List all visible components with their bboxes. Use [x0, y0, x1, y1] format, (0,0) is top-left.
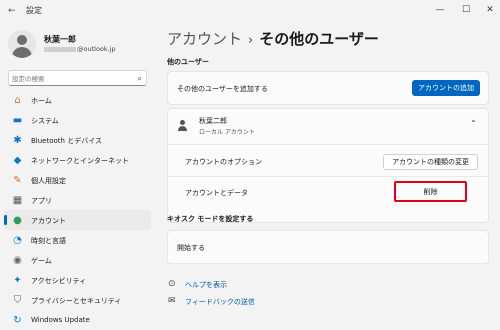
- minimize-button[interactable]: —: [430, 2, 450, 18]
- sidebar-item-11[interactable]: ↻ Windows Update: [4, 310, 151, 330]
- sidebar-item-8[interactable]: ◉ ゲーム: [4, 250, 151, 270]
- search-icon[interactable]: ⌕: [138, 73, 142, 84]
- kiosk-card[interactable]: 開始する: [167, 230, 489, 264]
- sidebar-item-1[interactable]: ▬ システム: [4, 110, 151, 130]
- back-arrow-icon[interactable]: ←: [8, 6, 18, 16]
- sidebar-item-9[interactable]: ✦ アクセシビリティ: [4, 270, 151, 290]
- user-card: 秋葉二郎 ローカル アカウント ⌃ アカウントのオプション アカウントの種類の変…: [167, 108, 489, 223]
- sidebar: 秋葉一郎 @outlook.jp ⌕ ⌂ ホーム ▬ システム ✱ Bluetooth と…: [0, 22, 155, 330]
- sidebar-item-label: ネットワークとインターネット: [31, 157, 129, 165]
- sidebar-item-label: プライバシーとセキュリティ: [31, 297, 122, 305]
- sidebar-item-label: Windows Update: [31, 316, 90, 324]
- accessibility-icon: ✦: [13, 275, 22, 286]
- sidebar-item-4[interactable]: ✎ 個人用設定: [4, 170, 151, 190]
- active-indicator: [4, 215, 7, 225]
- search-box[interactable]: ⌕: [8, 70, 147, 86]
- avatar: [8, 30, 36, 58]
- profile-name: 秋葉一郎: [44, 35, 76, 44]
- sidebar-item-label: アカウント: [31, 217, 66, 225]
- account-options-label: アカウントのオプション: [185, 158, 262, 166]
- sidebar-item-label: 個人用設定: [31, 177, 66, 185]
- time-language-icon: ◔: [13, 235, 22, 246]
- breadcrumb-separator: ›: [248, 33, 254, 48]
- change-account-type-button[interactable]: アカウントの種類の変更: [383, 154, 478, 170]
- windows-update-icon: ↻: [13, 315, 22, 326]
- add-account-button[interactable]: アカウントの追加: [412, 80, 480, 96]
- maximize-button[interactable]: ☐: [456, 2, 476, 18]
- sidebar-item-label: システム: [31, 117, 59, 125]
- sidebar-item-6[interactable]: ● アカウント: [4, 210, 151, 230]
- user-account-type: ローカル アカウント: [199, 129, 255, 136]
- sidebar-item-label: ゲーム: [31, 257, 52, 265]
- section-title-other-users: 他のユーザー: [167, 58, 209, 66]
- sidebar-item-2[interactable]: ✱ Bluetooth とデバイス: [4, 130, 151, 150]
- chevron-up-icon[interactable]: ⌃: [470, 119, 477, 128]
- breadcrumb-current: その他のユーザー: [259, 30, 379, 48]
- account-data-label: アカウントとデータ: [185, 189, 248, 197]
- help-icon: ⊙: [168, 279, 176, 289]
- sidebar-item-label: Bluetooth とデバイス: [31, 137, 102, 145]
- help-link[interactable]: ヘルプを表示: [185, 280, 227, 290]
- page-title: アカウント › その他のユーザー: [167, 28, 379, 49]
- feedback-icon: ✉: [168, 296, 176, 306]
- add-user-label: その他のユーザーを追加する: [177, 85, 268, 93]
- apps-icon: ▦: [12, 195, 23, 206]
- divider: [168, 176, 488, 177]
- network-icon: ◆: [13, 155, 22, 166]
- search-input[interactable]: [12, 73, 127, 84]
- home-icon: ⌂: [14, 95, 21, 106]
- kiosk-start-label: 開始する: [177, 244, 205, 252]
- gaming-icon: ◉: [13, 255, 22, 266]
- bluetooth-icon: ✱: [13, 135, 22, 146]
- sidebar-item-label: 時刻と言語: [31, 237, 66, 245]
- feedback-link[interactable]: フィードバックの送信: [185, 297, 255, 307]
- user-name: 秋葉二郎: [199, 117, 227, 125]
- sidebar-item-5[interactable]: ▦ アプリ: [4, 190, 151, 210]
- breadcrumb-accounts[interactable]: アカウント: [167, 30, 242, 48]
- sidebar-item-0[interactable]: ⌂ ホーム: [4, 90, 151, 110]
- section-title-kiosk: キオスク モードを設定する: [167, 215, 254, 223]
- user-icon: [177, 120, 188, 131]
- title-bar: ← 設定 — ☐ ✕: [0, 0, 500, 22]
- system-icon: ▬: [12, 115, 23, 126]
- personalization-icon: ✎: [13, 175, 22, 186]
- sidebar-item-label: ホーム: [31, 97, 52, 105]
- sidebar-item-label: アクセシビリティ: [31, 277, 87, 285]
- sidebar-item-10[interactable]: ⛉ プライバシーとセキュリティ: [4, 290, 151, 310]
- profile-email: @outlook.jp: [44, 45, 116, 53]
- accounts-icon: ●: [13, 215, 22, 226]
- window-title: 設定: [26, 6, 42, 15]
- privacy-icon: ⛉: [13, 295, 22, 306]
- divider: [168, 144, 488, 145]
- main-content: アカウント › その他のユーザー 他のユーザー その他のユーザーを追加する アカウン…: [155, 22, 500, 330]
- close-button[interactable]: ✕: [480, 2, 500, 18]
- sidebar-item-label: アプリ: [31, 197, 52, 205]
- add-user-card: その他のユーザーを追加する アカウントの追加: [167, 71, 489, 105]
- sidebar-item-7[interactable]: ◔ 時刻と言語: [4, 230, 151, 250]
- sidebar-item-3[interactable]: ◆ ネットワークとインターネット: [4, 150, 151, 170]
- remove-button[interactable]: 削除: [397, 184, 464, 200]
